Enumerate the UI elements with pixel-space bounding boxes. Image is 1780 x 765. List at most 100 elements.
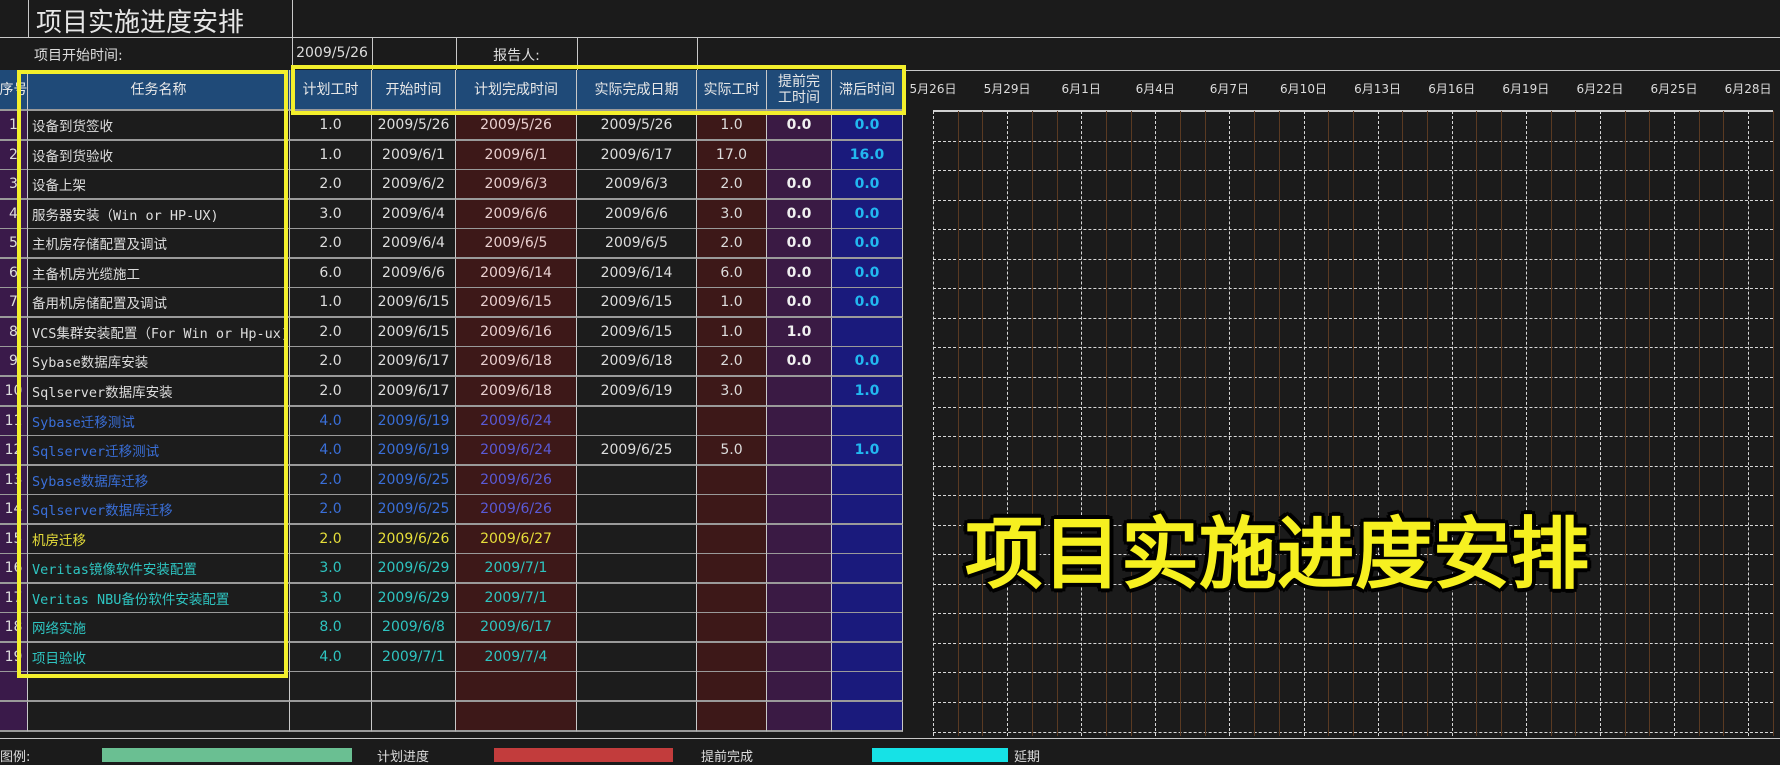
cell-early-time[interactable]: 0.0	[767, 170, 832, 201]
cell-plan-hours[interactable]: 1.0	[290, 140, 372, 171]
cell-plan-hours[interactable]: 4.0	[290, 406, 372, 437]
cell-seq[interactable]: 8	[0, 317, 28, 348]
cell-plan-end-date[interactable]: 2009/6/16	[456, 317, 577, 348]
cell-early-time[interactable]	[767, 702, 832, 733]
cell-plan-end-date[interactable]: 2009/6/18	[456, 376, 577, 407]
cell-plan-hours[interactable]: 2.0	[290, 376, 372, 407]
cell-seq[interactable]: 10	[0, 376, 28, 407]
cell-task-name[interactable]: Sybase数据库迁移	[28, 465, 290, 496]
cell-seq[interactable]: 5	[0, 229, 28, 260]
cell-actual-hours[interactable]	[697, 642, 767, 673]
cell-task-name[interactable]: 网络实施	[28, 613, 290, 644]
cell-early-time[interactable]: 0.0	[767, 229, 832, 260]
column-header-seq[interactable]: 序号	[0, 70, 28, 111]
cell-task-name[interactable]: 设备上架	[28, 170, 290, 201]
cell-early-time[interactable]: 0.0	[767, 258, 832, 289]
cell-early-time[interactable]: 0.0	[767, 347, 832, 378]
cell-early-time[interactable]	[767, 376, 832, 407]
column-header-early-time[interactable]: 提前完 工时间	[767, 70, 832, 111]
cell-seq[interactable]: 4	[0, 199, 28, 230]
cell-plan-hours[interactable]: 2.0	[290, 495, 372, 526]
cell-start-date[interactable]: 2009/6/19	[372, 406, 456, 437]
cell-actual-end-date[interactable]	[577, 583, 697, 614]
cell-seq[interactable]: 7	[0, 288, 28, 319]
cell-task-name[interactable]	[28, 672, 290, 703]
cell-actual-end-date[interactable]: 2009/6/25	[577, 436, 697, 467]
cell-start-date[interactable]: 2009/6/15	[372, 317, 456, 348]
cell-start-date[interactable]: 2009/6/1	[372, 140, 456, 171]
cell-start-date[interactable]: 2009/6/25	[372, 465, 456, 496]
cell-task-name[interactable]: Sybase数据库安装	[28, 347, 290, 378]
cell-task-name[interactable]: Veritas镜像软件安装配置	[28, 554, 290, 585]
cell-actual-hours[interactable]	[697, 554, 767, 585]
cell-plan-end-date[interactable]: 2009/7/1	[456, 554, 577, 585]
column-header-task-name[interactable]: 任务名称	[28, 70, 290, 111]
cell-task-name[interactable]: Sybase迁移测试	[28, 406, 290, 437]
cell-late-time[interactable]: 0.0	[832, 288, 903, 319]
cell-early-time[interactable]: 0.0	[767, 288, 832, 319]
cell-late-time[interactable]: 1.0	[832, 376, 903, 407]
cell-plan-end-date[interactable]: 2009/6/26	[456, 495, 577, 526]
cell-late-time[interactable]	[832, 554, 903, 585]
cell-actual-hours[interactable]	[697, 406, 767, 437]
cell-seq[interactable]: 14	[0, 495, 28, 526]
cell-actual-end-date[interactable]	[577, 642, 697, 673]
cell-actual-end-date[interactable]: 2009/5/26	[577, 111, 697, 142]
cell-actual-hours[interactable]	[697, 672, 767, 703]
cell-start-date[interactable]: 2009/6/4	[372, 229, 456, 260]
cell-seq[interactable]: 18	[0, 613, 28, 644]
cell-actual-end-date[interactable]	[577, 524, 697, 555]
cell-start-date[interactable]: 2009/6/17	[372, 347, 456, 378]
cell-seq[interactable]: 19	[0, 642, 28, 673]
cell-plan-end-date[interactable]: 2009/6/5	[456, 229, 577, 260]
cell-plan-hours[interactable]: 2.0	[290, 524, 372, 555]
cell-late-time[interactable]	[832, 317, 903, 348]
cell-seq[interactable]	[0, 702, 28, 733]
cell-task-name[interactable]: 项目验收	[28, 642, 290, 673]
cell-actual-end-date[interactable]: 2009/6/6	[577, 199, 697, 230]
cell-start-date[interactable]: 2009/7/1	[372, 642, 456, 673]
cell-start-date[interactable]: 2009/5/26	[372, 111, 456, 142]
cell-plan-hours[interactable]: 4.0	[290, 642, 372, 673]
cell-early-time[interactable]	[767, 642, 832, 673]
cell-plan-end-date[interactable]: 2009/6/3	[456, 170, 577, 201]
cell-late-time[interactable]	[832, 406, 903, 437]
cell-start-date[interactable]: 2009/6/26	[372, 524, 456, 555]
cell-task-name[interactable]: 主机房存储配置及调试	[28, 229, 290, 260]
cell-seq[interactable]: 13	[0, 465, 28, 496]
cell-actual-end-date[interactable]	[577, 495, 697, 526]
cell-start-date[interactable]	[372, 702, 456, 733]
cell-plan-hours[interactable]: 2.0	[290, 465, 372, 496]
cell-actual-end-date[interactable]: 2009/6/5	[577, 229, 697, 260]
cell-actual-hours[interactable]: 2.0	[697, 170, 767, 201]
cell-late-time[interactable]	[832, 642, 903, 673]
cell-actual-hours[interactable]: 5.0	[697, 436, 767, 467]
cell-actual-hours[interactable]: 1.0	[697, 111, 767, 142]
cell-plan-hours[interactable]: 1.0	[290, 288, 372, 319]
cell-late-time[interactable]: 0.0	[832, 170, 903, 201]
cell-early-time[interactable]	[767, 672, 832, 703]
cell-actual-hours[interactable]	[697, 583, 767, 614]
cell-start-date[interactable]: 2009/6/29	[372, 583, 456, 614]
cell-task-name[interactable]: VCS集群安装配置（For Win or Hp-ux)	[28, 317, 290, 348]
cell-plan-end-date[interactable]: 2009/6/15	[456, 288, 577, 319]
cell-seq[interactable]: 16	[0, 554, 28, 585]
cell-early-time[interactable]: 1.0	[767, 317, 832, 348]
cell-actual-end-date[interactable]	[577, 406, 697, 437]
cell-early-time[interactable]	[767, 524, 832, 555]
cell-task-name[interactable]: 主备机房光缆施工	[28, 258, 290, 289]
column-header-plan-hours[interactable]: 计划工时	[290, 70, 372, 111]
cell-late-time[interactable]	[832, 583, 903, 614]
cell-actual-hours[interactable]: 3.0	[697, 376, 767, 407]
cell-early-time[interactable]	[767, 583, 832, 614]
cell-plan-hours[interactable]: 3.0	[290, 554, 372, 585]
cell-plan-end-date[interactable]: 2009/6/27	[456, 524, 577, 555]
cell-early-time[interactable]	[767, 140, 832, 171]
cell-actual-hours[interactable]	[697, 524, 767, 555]
cell-actual-end-date[interactable]: 2009/6/15	[577, 317, 697, 348]
cell-late-time[interactable]: 1.0	[832, 436, 903, 467]
cell-task-name[interactable]: Sqlserver迁移测试	[28, 436, 290, 467]
cell-actual-hours[interactable]	[697, 613, 767, 644]
cell-actual-hours[interactable]: 3.0	[697, 199, 767, 230]
cell-actual-hours[interactable]: 6.0	[697, 258, 767, 289]
